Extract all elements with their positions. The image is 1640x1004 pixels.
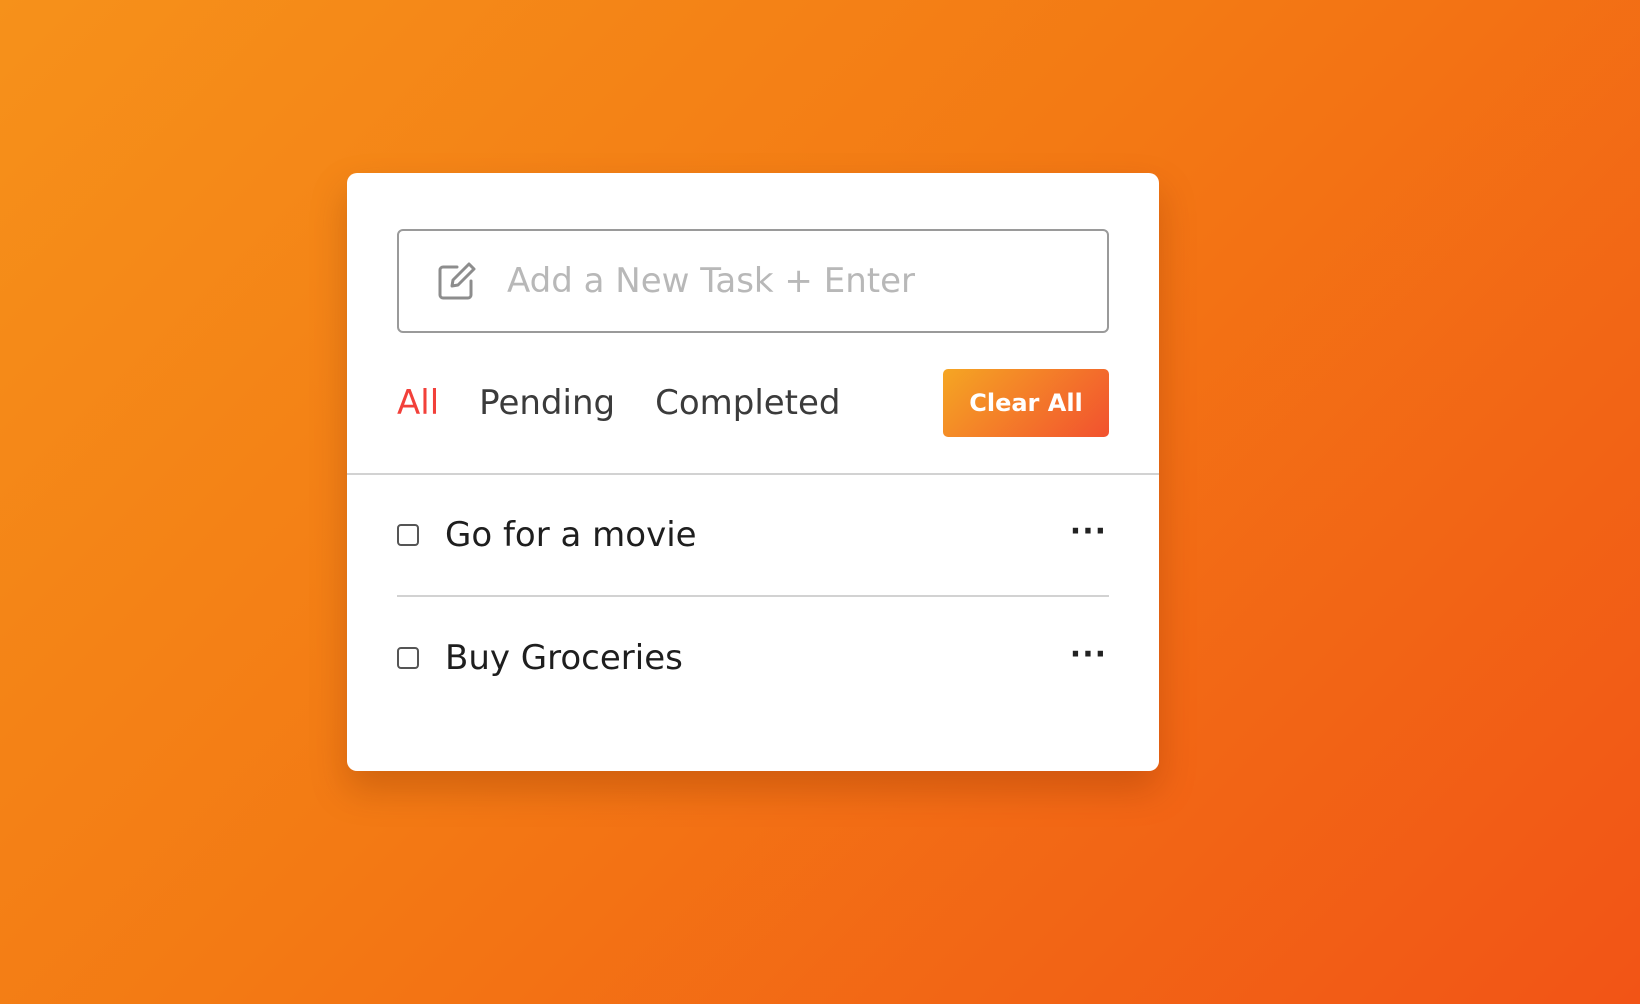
list-item: Go for a movie ··· xyxy=(397,475,1109,597)
edit-icon xyxy=(435,259,479,303)
list-item: Buy Groceries ··· xyxy=(397,597,1109,719)
todo-card: All Pending Completed Clear All Go for a… xyxy=(347,173,1159,771)
task-checkbox[interactable] xyxy=(397,524,419,546)
clear-all-button[interactable]: Clear All xyxy=(943,369,1109,437)
task-label: Go for a movie xyxy=(445,515,697,555)
more-horizontal-icon[interactable]: ··· xyxy=(1070,517,1107,547)
task-checkbox[interactable] xyxy=(397,647,419,669)
filter-controls: All Pending Completed Clear All xyxy=(397,369,1109,437)
tab-pending[interactable]: Pending xyxy=(479,383,615,423)
task-input[interactable] xyxy=(505,250,1107,312)
more-horizontal-icon[interactable]: ··· xyxy=(1070,640,1107,670)
tab-all[interactable]: All xyxy=(397,383,439,423)
filter-tabs: All Pending Completed xyxy=(397,369,881,437)
task-input-box[interactable] xyxy=(397,229,1109,333)
task-list: Go for a movie ··· Buy Groceries ··· xyxy=(397,475,1109,719)
task-label: Buy Groceries xyxy=(445,638,683,678)
tab-completed[interactable]: Completed xyxy=(655,383,840,423)
